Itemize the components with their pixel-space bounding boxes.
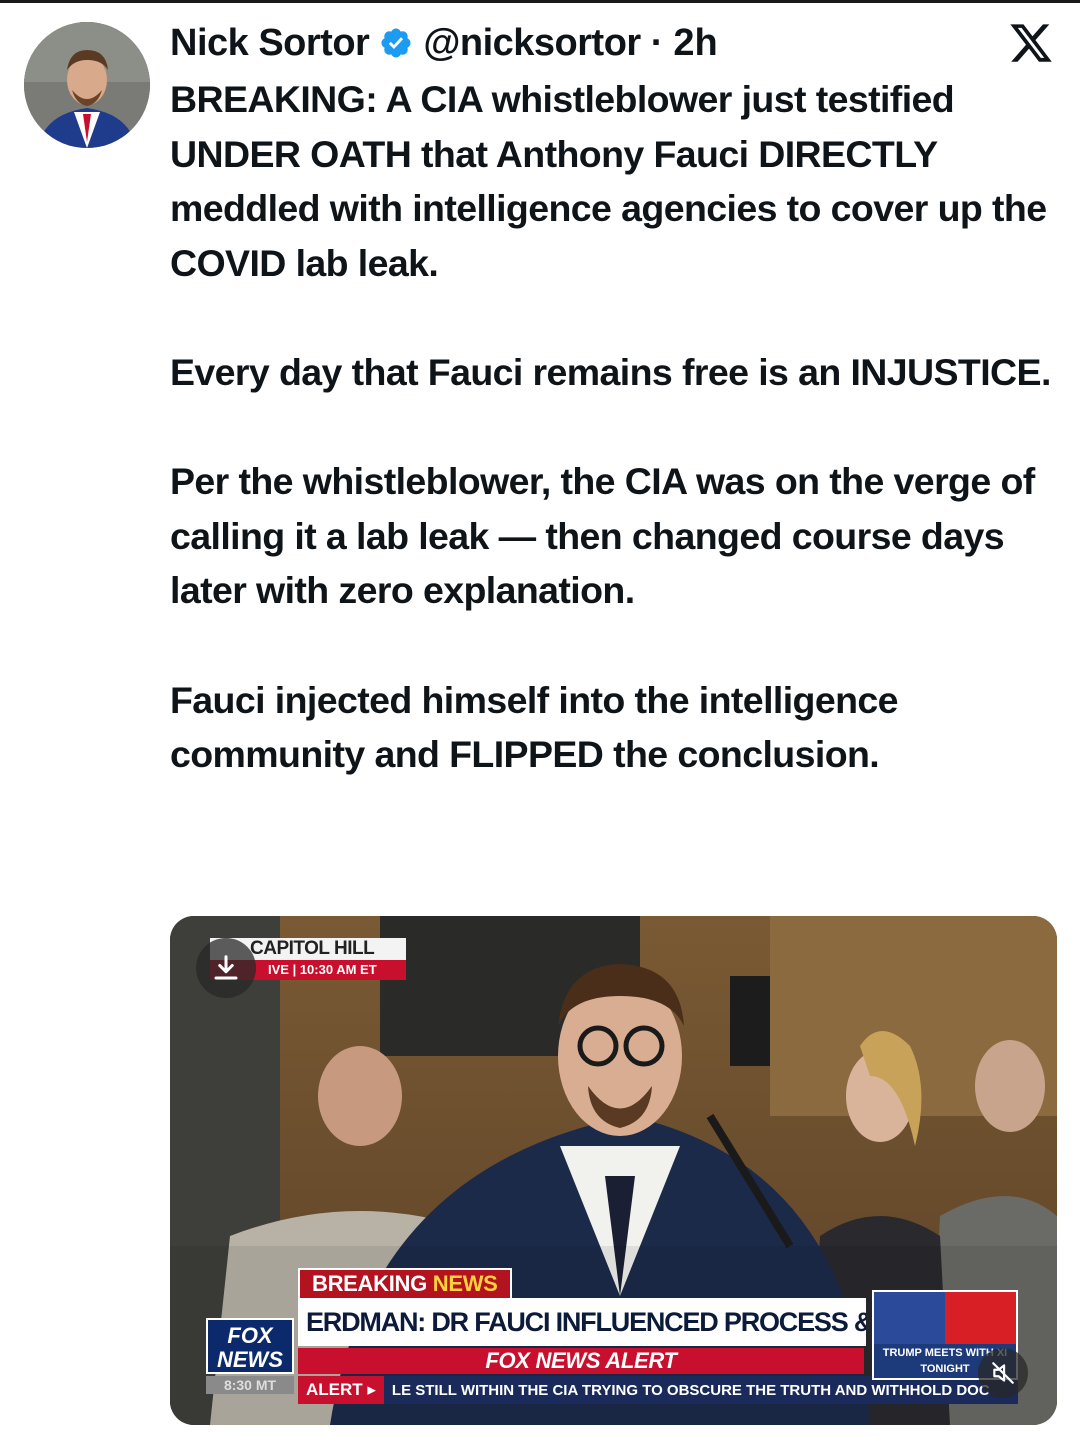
post-paragraph: BREAKING: A CIA whistleblower just testi… bbox=[170, 78, 1047, 284]
breaking-news-tag: BREAKING NEWS bbox=[298, 1268, 512, 1300]
promo-flag-image bbox=[874, 1292, 1016, 1344]
author-handle[interactable]: @nicksortor bbox=[423, 22, 641, 65]
video-player[interactable]: CAPITOL HILL IVE | 10:30 AM ET BREAKING … bbox=[170, 916, 1057, 1425]
post-paragraph: Per the whistleblower, the CIA was on th… bbox=[170, 460, 1035, 612]
fox-news-logo: FOX NEWS bbox=[206, 1318, 294, 1374]
fox-news-alert-bar: FOX NEWS ALERT bbox=[298, 1348, 864, 1374]
fox-logo-line2: NEWS bbox=[217, 1347, 283, 1372]
ticker-label: ALERT ▸ bbox=[298, 1376, 384, 1404]
post-time[interactable]: 2h bbox=[673, 22, 717, 65]
fox-logo-line1: FOX bbox=[227, 1323, 273, 1348]
post-text: BREAKING: A CIA whistleblower just testi… bbox=[170, 72, 1060, 782]
breaking-label: BREAKING bbox=[312, 1271, 427, 1296]
post-paragraph: Every day that Fauci remains free is an … bbox=[170, 350, 1051, 393]
verified-badge-icon bbox=[379, 26, 413, 60]
author-name[interactable]: Nick Sortor bbox=[170, 22, 370, 65]
download-icon[interactable] bbox=[196, 938, 256, 998]
chyron-headline: ERDMAN: DR FAUCI INFLUENCED PROCESS & FI… bbox=[298, 1298, 866, 1346]
news-ticker: ALERT ▸ LE STILL WITHIN THE CIA TRYING TO… bbox=[298, 1376, 1018, 1404]
broadcast-time: 8:30 MT bbox=[206, 1376, 294, 1394]
mute-icon[interactable] bbox=[978, 1348, 1028, 1398]
breaking-news-word: NEWS bbox=[432, 1271, 498, 1296]
post-paragraph: Fauci injected himself into the intellig… bbox=[170, 678, 899, 776]
x-logo-icon bbox=[1008, 20, 1054, 66]
avatar[interactable] bbox=[24, 22, 150, 148]
post-header: Nick Sortor @nicksortor · 2h bbox=[170, 18, 718, 68]
ticker-text: LE STILL WITHIN THE CIA TRYING TO OBSCUR… bbox=[391, 1382, 990, 1399]
separator-dot: · bbox=[650, 21, 664, 64]
top-divider bbox=[0, 0, 1080, 3]
